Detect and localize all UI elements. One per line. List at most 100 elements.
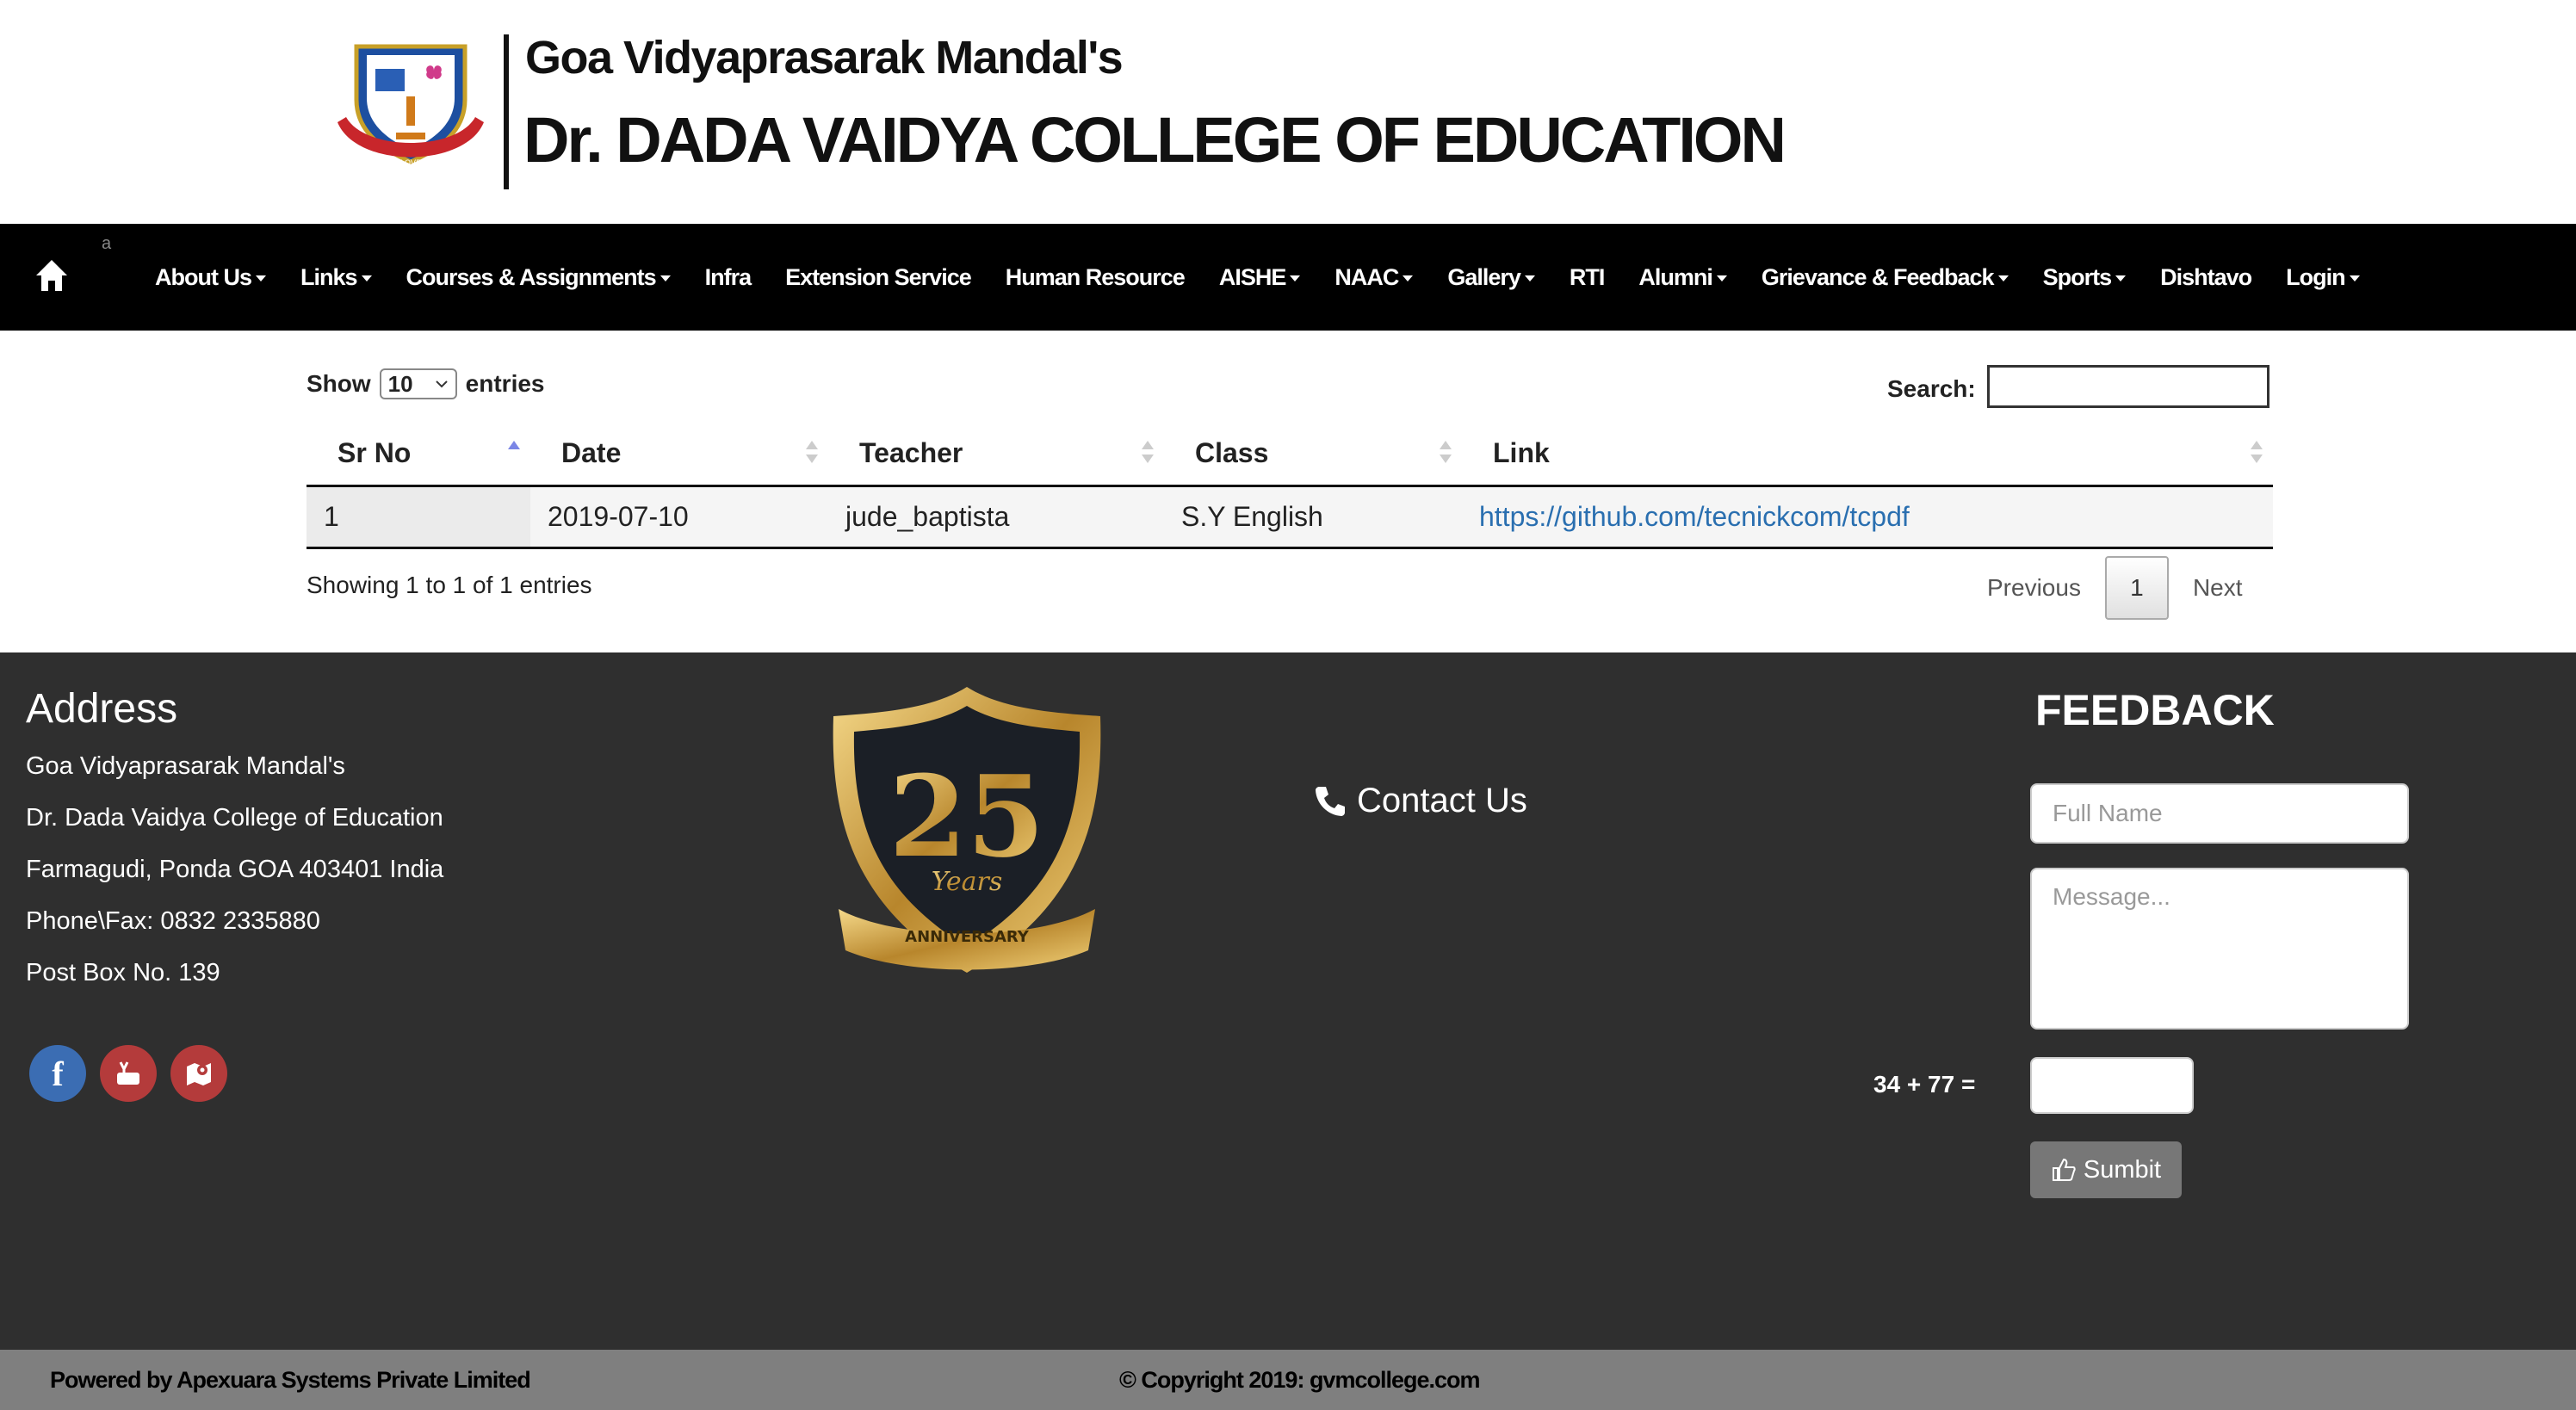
nav-stray-label: a [102, 234, 112, 253]
submit-button[interactable]: Sumbit [2030, 1141, 2182, 1198]
nav-item-label: Extension Service [785, 263, 972, 290]
badge-years: Years [932, 867, 1003, 897]
thumbs-up-icon [2052, 1158, 2076, 1181]
table-info: Showing 1 to 1 of 1 entries [307, 572, 592, 598]
nav-item-rti[interactable]: RTI [1570, 264, 1605, 291]
powered-by: Powered by Apexuara Systems Private Limi… [50, 1367, 531, 1393]
cell-teacher: jude_baptista [845, 501, 1010, 532]
captcha-question: 34 + 77 = [1873, 1071, 1976, 1098]
college-crest-logo[interactable]: LOVE [331, 40, 491, 182]
entries-select[interactable]: 10 [379, 368, 457, 399]
nav-item-label: AISHE [1218, 263, 1287, 290]
cell-link: https://github.com/tecnickcom/tcpdf [1462, 487, 2273, 547]
badge-ribbon: ANNIVERSARY [905, 928, 1030, 946]
nav-item-label: Grievance & Feedback [1761, 263, 1995, 290]
caret-down-icon [1403, 275, 1414, 281]
nav-item-infra[interactable]: Infra [705, 264, 752, 291]
nav-item-label: Dishtavo [2160, 263, 2252, 290]
cell-class: S.Y English [1181, 501, 1323, 532]
sort-icon [1142, 441, 1154, 468]
captcha-answer-input[interactable] [2030, 1057, 2194, 1114]
assignments-table: Sr No Date Teacher Class Link 1 2019-07-… [307, 422, 2273, 549]
nav-item-label: Human Resource [1005, 263, 1186, 290]
message-textarea[interactable]: Message... [2030, 868, 2409, 1030]
main-nav: a About Us Links Courses & Assignments Infr… [0, 224, 2576, 331]
caret-down-icon [1290, 275, 1301, 281]
copyright: © Copyright 2019: gvmcollege.com [1119, 1367, 1481, 1393]
caret-down-icon [1997, 275, 2009, 281]
nav-item-grievance-feedback[interactable]: Grievance & Feedback [1762, 264, 2009, 291]
header-divider [504, 34, 509, 189]
chevron-down-icon [435, 380, 448, 388]
nav-item-sports[interactable]: Sports [2043, 264, 2127, 291]
caret-down-icon [659, 275, 671, 281]
contact-us-link[interactable]: Contact Us [1314, 782, 1527, 820]
nav-item-naac[interactable]: NAAC [1334, 264, 1414, 291]
search-label: Search: [1887, 375, 1976, 402]
nav-item-login[interactable]: Login [2286, 263, 2360, 291]
nav-item-label: Login [2286, 263, 2345, 290]
badge-number: 25 [889, 751, 1045, 882]
nav-item-gallery[interactable]: Gallery [1447, 264, 1535, 291]
address-title: Address [26, 686, 178, 732]
column-label: Date [561, 437, 622, 468]
previous-button[interactable]: Previous [1963, 574, 2105, 602]
nav-item-links[interactable]: Links [300, 264, 372, 291]
25-years-anniversary-badge: 25 Years ANNIVERSARY [833, 687, 1101, 973]
caret-down-icon [361, 275, 372, 281]
sort-icon [806, 441, 818, 468]
nav-item-label: Infra [704, 263, 752, 290]
address-line: Farmagudi, Ponda GOA 403401 India [26, 856, 444, 883]
caret-down-icon [2115, 275, 2127, 281]
college-name: Dr. DADA VAIDYA COLLEGE OF EDUCATION [523, 104, 1786, 176]
cell-date: 2019-07-10 [548, 501, 689, 532]
show-label: Show [307, 370, 371, 397]
phone-icon [1316, 786, 1345, 816]
caret-down-icon [255, 275, 266, 281]
facebook-icon[interactable]: f [29, 1045, 86, 1102]
cell-sr-no: 1 [307, 487, 530, 547]
nav-item-label: Courses & Assignments [406, 263, 657, 290]
submit-label: Sumbit [2083, 1155, 2162, 1184]
nav-item-extension-service[interactable]: Extension Service [785, 263, 972, 291]
column-label: Sr No [337, 437, 412, 468]
search-input[interactable] [1987, 365, 2269, 408]
next-button[interactable]: Next [2169, 574, 2267, 602]
nav-item-courses-assignments[interactable]: Courses & Assignments [406, 264, 671, 291]
column-header-class[interactable]: Class [1164, 422, 1462, 485]
sort-icon [1440, 441, 1452, 468]
nav-item-about-us[interactable]: About Us [155, 264, 266, 291]
nav-item-label: About Us [155, 263, 252, 290]
full-name-input[interactable]: Full Name [2030, 783, 2409, 844]
nav-item-label: Alumni [1638, 263, 1712, 290]
nav-item-label: RTI [1569, 263, 1605, 290]
column-label: Class [1195, 437, 1269, 468]
column-header-date[interactable]: Date [530, 422, 828, 485]
nav-item-alumni[interactable]: Alumni [1638, 264, 1727, 291]
home-icon[interactable] [34, 258, 69, 293]
nav-menu: About Us Links Courses & Assignments Infra E… [155, 224, 2394, 331]
nav-item-aishe[interactable]: AISHE [1219, 264, 1301, 291]
site-footer: Address Goa Vidyaprasarak Mandal's Dr. D… [0, 652, 2576, 1350]
nav-item-human-resource[interactable]: Human Resource [1005, 263, 1186, 291]
entries-select-value: 10 [387, 370, 413, 397]
sort-icon [2251, 441, 2263, 468]
column-header-link[interactable]: Link [1462, 422, 2273, 485]
page-1-button[interactable]: 1 [2104, 556, 2169, 620]
nav-item-label: Links [300, 263, 358, 290]
feedback-title: FEEDBACK [2035, 686, 2275, 734]
nav-item-label: Sports [2042, 263, 2113, 290]
bottom-bar: Powered by Apexuara Systems Private Limi… [0, 1350, 2576, 1410]
pagination: Previous 1 Next [1963, 556, 2267, 620]
caret-down-icon [1524, 275, 1535, 281]
nav-item-label: Gallery [1447, 263, 1521, 290]
contact-us-label: Contact Us [1357, 782, 1527, 819]
column-header-sr-no[interactable]: Sr No [307, 422, 530, 485]
nav-item-dishtavo[interactable]: Dishtavo [2160, 263, 2252, 291]
address-line: Post Box No. 139 [26, 959, 220, 986]
column-header-teacher[interactable]: Teacher [828, 422, 1164, 485]
map-icon[interactable] [170, 1045, 227, 1102]
column-label: Link [1493, 437, 1550, 468]
youtube-icon[interactable] [100, 1045, 157, 1102]
assignment-link[interactable]: https://github.com/tecnickcom/tcpdf [1479, 501, 1910, 533]
